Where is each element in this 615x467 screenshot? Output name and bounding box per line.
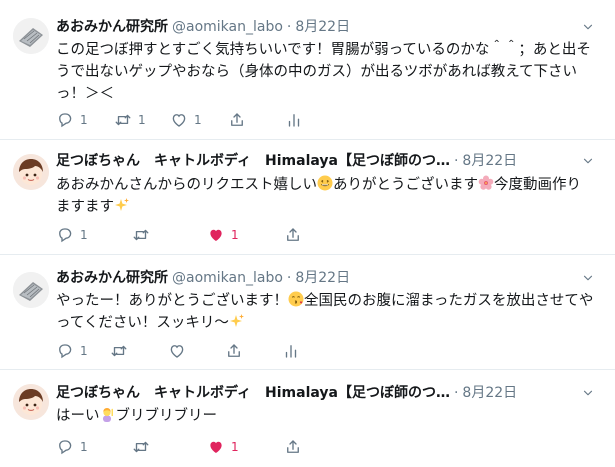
reply-count: 1 (80, 344, 88, 358)
grinning-face-emoji-icon (317, 175, 333, 191)
reply-icon (56, 342, 74, 360)
avatar[interactable] (13, 384, 49, 420)
face-blowing-kiss-icon (288, 291, 304, 307)
heart-icon (207, 226, 225, 244)
share-button[interactable] (284, 225, 302, 245)
reply-count: 1 (80, 228, 88, 242)
user-handle[interactable]: @aomikan_labo (172, 19, 283, 35)
tweet-header: あおみかん研究所 @aomikan_labo · 8月22日 (56, 268, 581, 288)
tweet-thread: あおみかん研究所 @aomikan_labo · 8月22日 この足つぼ押すとすごく気… (0, 0, 615, 467)
analytics-button[interactable] (282, 341, 300, 361)
tweet-date[interactable]: 8月22日 (462, 385, 517, 401)
share-button[interactable] (284, 437, 302, 457)
reply-button[interactable]: 1 (56, 110, 88, 130)
sparkles-icon (115, 198, 129, 211)
tweet[interactable]: あおみかん研究所 @aomikan_labo · 8月22日 この足つぼ押すとすごく気… (0, 0, 615, 140)
like-count: 1 (231, 440, 239, 454)
reply-icon (56, 111, 74, 129)
display-name[interactable]: 足つぼちゃん キャトルボディ Himalaya【足つぼ師のつ… (56, 385, 450, 401)
separator-dot: · (286, 270, 292, 286)
like-button[interactable]: 1 (207, 437, 239, 457)
share-button[interactable] (228, 110, 246, 130)
tweet-text-part: はーい (56, 408, 100, 424)
tweet-text: やったー！ありがとうございます！ 全国民のお腹に溜まったガスを放出させてやってくだ… (56, 290, 595, 334)
heart-icon (168, 342, 186, 360)
tweet[interactable]: あおみかん研究所 @aomikan_labo · 8月22日 やったー！ありがとうござ… (0, 255, 615, 370)
like-count: 1 (194, 113, 202, 127)
tweet-text: この足つぼ押すとすごく気持ちいいです！胃腸が弱っているのかな＾＾；あと出そうで出… (56, 39, 595, 105)
tweet-text-part: やったー！ありがとうございます！ (56, 293, 288, 309)
like-button[interactable]: 1 (207, 225, 239, 245)
reply-icon (56, 226, 74, 244)
like-button[interactable]: 1 (170, 110, 202, 130)
tweet-date[interactable]: 8月22日 (295, 19, 350, 35)
analytics-button[interactable] (285, 110, 303, 130)
retweet-button[interactable] (132, 437, 156, 457)
analytics-icon (285, 111, 303, 129)
chevron-down-icon[interactable] (581, 20, 595, 34)
avatar[interactable] (13, 18, 49, 54)
share-icon (284, 438, 302, 456)
tweet-text-part: ありがとうございます (333, 177, 478, 193)
tweet[interactable]: 足つぼちゃん キャトルボディ Himalaya【足つぼ師のつ… · 8月22日 はー… (0, 370, 615, 467)
display-name[interactable]: あおみかん研究所 (56, 270, 168, 286)
cherry-blossom-icon (478, 175, 494, 190)
retweet-icon (132, 226, 150, 244)
reply-button[interactable]: 1 (56, 225, 88, 245)
tweet-header: 足つぼちゃん キャトルボディ Himalaya【足つぼ師のつ… · 8月22日 (56, 383, 581, 403)
user-handle[interactable]: @aomikan_labo (172, 270, 283, 286)
display-name[interactable]: 足つぼちゃん キャトルボディ Himalaya【足つぼ師のつ… (56, 153, 450, 169)
retweet-button[interactable] (110, 341, 134, 361)
reply-icon (56, 438, 74, 456)
tweet-text: はーい ブリブリブリー (56, 405, 595, 427)
retweet-count: 1 (138, 113, 146, 127)
tweet-date[interactable]: 8月22日 (462, 153, 517, 169)
tweet[interactable]: 足つぼちゃん キャトルボディ Himalaya【足つぼ師のつ… · 8月22日 あお… (0, 140, 615, 255)
share-icon (228, 111, 246, 129)
tweet-text-part: あおみかんさんからのリクエスト嬉しい (56, 177, 317, 193)
reply-count: 1 (80, 113, 88, 127)
tweet-header: あおみかん研究所 @aomikan_labo · 8月22日 (56, 17, 581, 37)
tweet-header: 足つぼちゃん キャトルボディ Himalaya【足つぼ師のつ… · 8月22日 (56, 151, 581, 171)
avatar[interactable] (13, 272, 49, 308)
share-icon (225, 342, 243, 360)
tweet-text-part: この足つぼ押すとすごく気持ちいいです！胃腸が弱っているのかな＾＾；あと出そうで出… (56, 42, 591, 102)
person-raising-hand-icon (102, 408, 113, 422)
separator-dot: · (286, 19, 292, 35)
retweet-button[interactable] (132, 225, 156, 245)
tweet-date[interactable]: 8月22日 (295, 270, 350, 286)
retweet-icon (132, 438, 150, 456)
retweet-icon (114, 111, 132, 129)
reply-button[interactable]: 1 (56, 341, 88, 361)
retweet-button[interactable]: 1 (114, 110, 146, 130)
reply-count: 1 (80, 440, 88, 454)
heart-icon (207, 438, 225, 456)
retweet-icon (110, 342, 128, 360)
sparkles-icon (229, 314, 244, 327)
heart-icon (170, 111, 188, 129)
share-button[interactable] (225, 341, 243, 361)
share-icon (284, 226, 302, 244)
reply-button[interactable]: 1 (56, 437, 88, 457)
chevron-down-icon[interactable] (581, 271, 595, 285)
chevron-down-icon[interactable] (581, 154, 595, 168)
chevron-down-icon[interactable] (581, 386, 595, 400)
tweet-text-part: ブリブリブリー (115, 408, 218, 424)
tweet-text: あおみかんさんからのリクエスト嬉しい ありがとうございます 今度動画作りますます (56, 174, 595, 218)
display-name[interactable]: あおみかん研究所 (56, 19, 168, 35)
separator-dot: · (453, 385, 459, 401)
avatar[interactable] (13, 154, 49, 190)
analytics-icon (282, 342, 300, 360)
like-count: 1 (231, 228, 239, 242)
like-button[interactable] (168, 341, 192, 361)
separator-dot: · (453, 153, 459, 169)
